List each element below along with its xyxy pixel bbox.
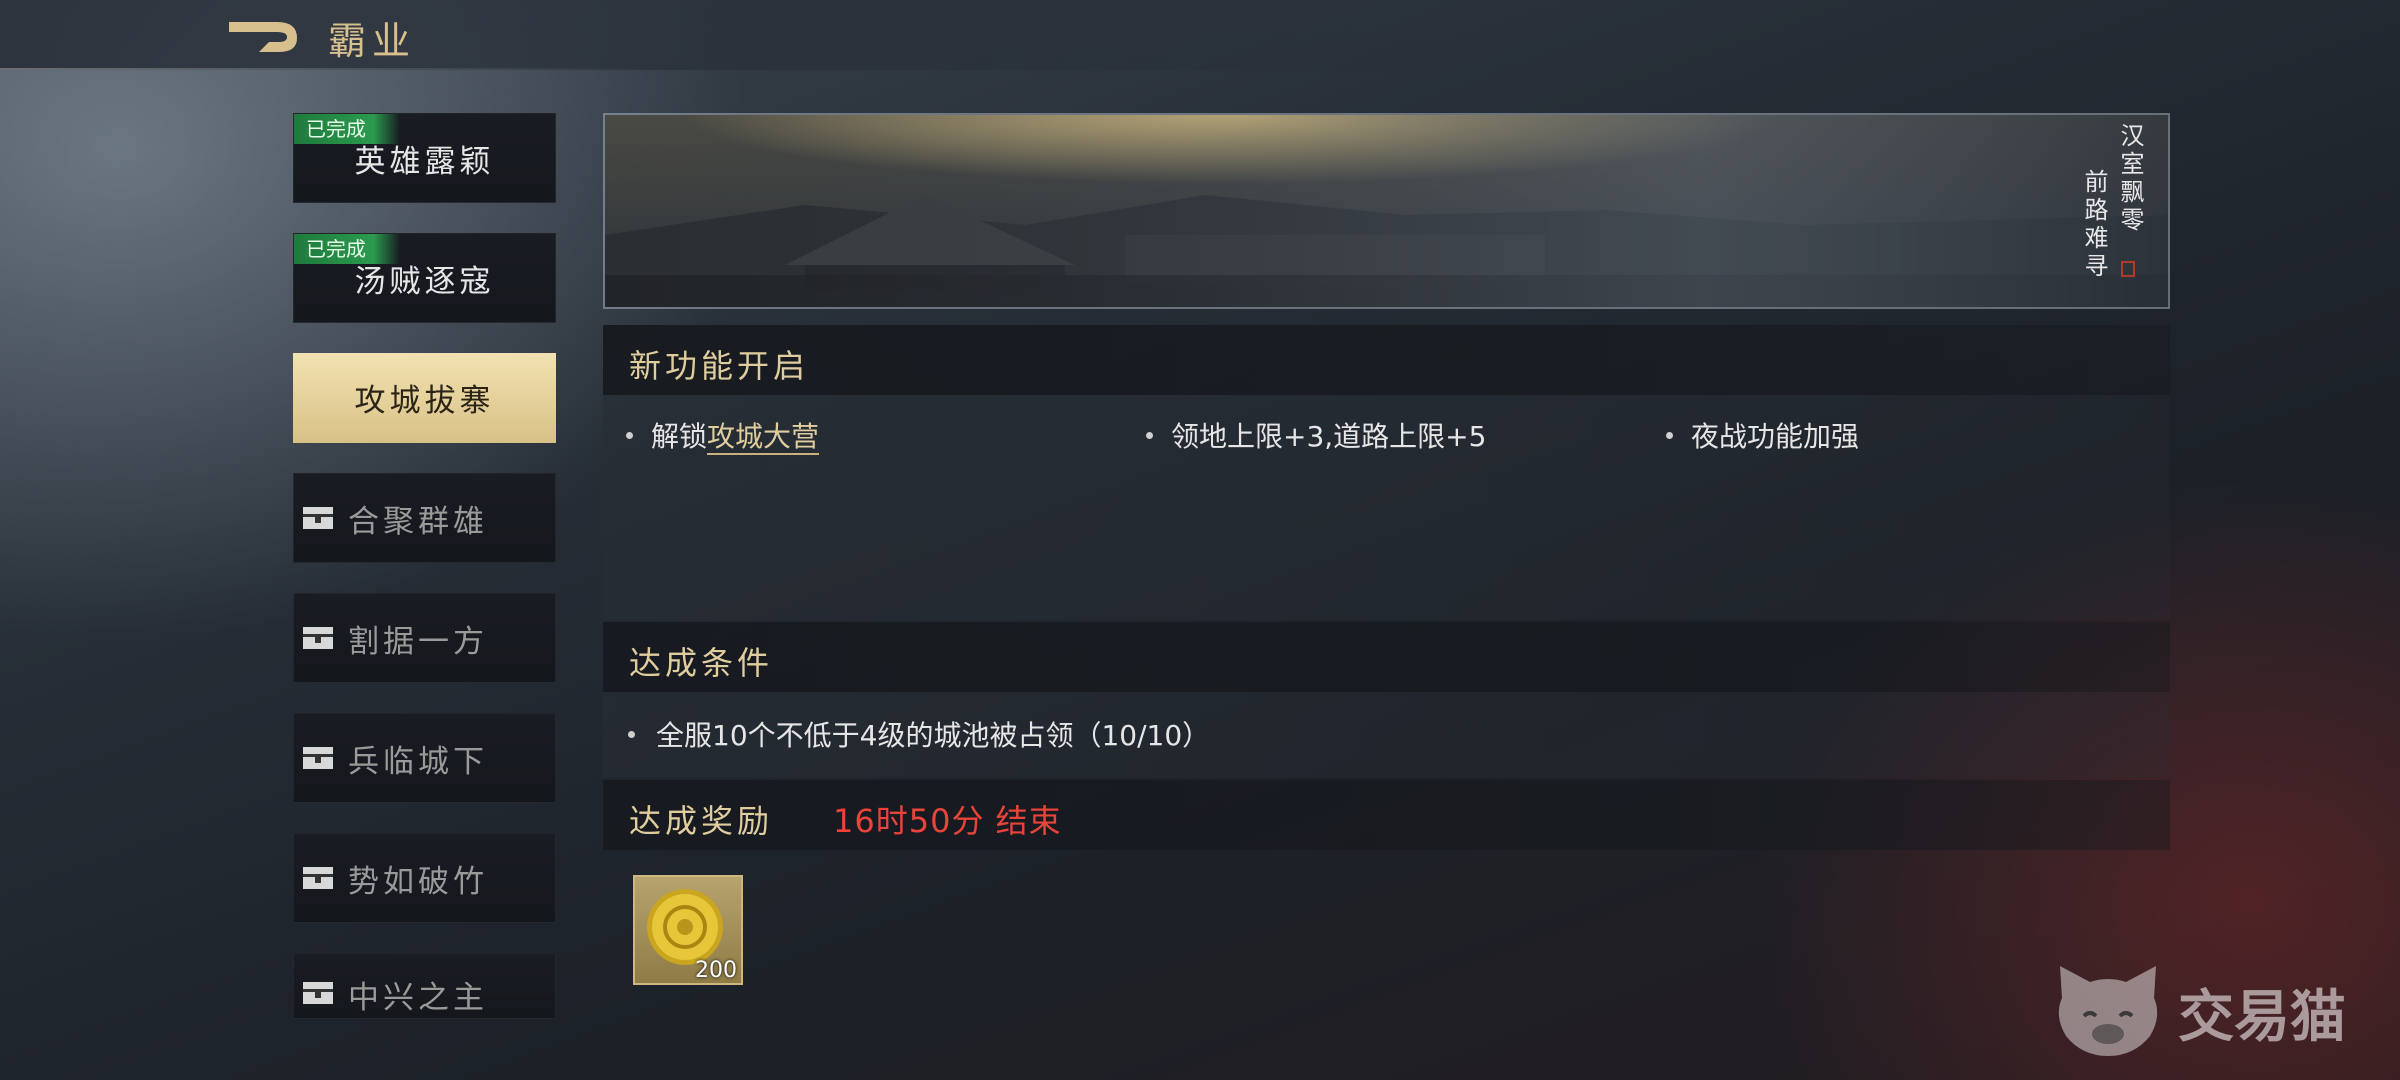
feature-item-3: 夜战功能加强 <box>1691 420 1860 453</box>
lock-chest-icon <box>303 867 333 889</box>
rewards-title: 达成奖励 <box>629 802 774 840</box>
siege-camp-link[interactable]: 攻城大营 <box>707 420 820 455</box>
sidebar-item-label: 合聚群雄 <box>348 504 488 540</box>
banner-poem-line1: 汉室飘零 <box>2116 123 2144 235</box>
conditions-title: 达成条件 <box>629 644 774 682</box>
reward-item[interactable]: 200 <box>633 875 743 985</box>
banner-poem-line2: 前路难寻 <box>2080 169 2108 281</box>
bullet-dot <box>1666 432 1673 439</box>
page-title: 霸业 <box>328 19 417 63</box>
features-title: 新功能开启 <box>629 347 810 385</box>
cat-logo-icon <box>2058 966 2158 1056</box>
sidebar-item-stage-7[interactable]: 势如破竹 <box>293 833 556 923</box>
sidebar-item-stage-8[interactable]: 中兴之主 <box>293 953 556 1019</box>
lock-chest-icon <box>303 627 333 649</box>
stage-banner: 汉室飘零 前路难寻 <box>603 113 2170 309</box>
back-button[interactable] <box>225 16 305 56</box>
completed-badge: 已完成 <box>294 114 400 144</box>
features-body: 解锁攻城大营 领地上限+3,道路上限+5 夜战功能加强 <box>603 395 2170 620</box>
sidebar-item-stage-3[interactable]: 攻城拔寨 <box>293 353 556 443</box>
bullet-dot <box>628 731 635 738</box>
watermark-text: 交易猫 <box>2178 985 2346 1050</box>
feature-item-1-prefix: 解锁 <box>651 420 708 453</box>
lock-chest-icon <box>303 982 333 1004</box>
rewards-header: 达成奖励 16时50分 结束 <box>603 780 2170 850</box>
bullet-dot <box>626 432 633 439</box>
sidebar-item-label: 势如破竹 <box>348 864 488 900</box>
condition-item-1: 全服10个不低于4级的城池被占领（10/10） <box>656 719 1211 752</box>
sidebar-item-stage-1[interactable]: 英雄露颖 已完成 <box>293 113 556 203</box>
feature-item-2: 领地上限+3,道路上限+5 <box>1171 420 1487 453</box>
lock-chest-icon <box>303 747 333 769</box>
features-header: 新功能开启 <box>603 325 2170 395</box>
back-arrow-icon <box>229 22 297 52</box>
conditions-body: 全服10个不低于4级的城池被占领（10/10） <box>603 692 2170 778</box>
sidebar-item-label: 兵临城下 <box>348 744 488 780</box>
red-seal-stamp <box>2121 261 2135 277</box>
conditions-header: 达成条件 <box>603 622 2170 692</box>
reward-count: 200 <box>695 958 737 983</box>
title-divider <box>0 68 650 70</box>
palace-landscape-image <box>605 115 2168 307</box>
sidebar-item-stage-2[interactable]: 汤贼逐寇 已完成 <box>293 233 556 323</box>
sidebar-item-stage-4[interactable]: 合聚群雄 <box>293 473 556 563</box>
sidebar-item-stage-6[interactable]: 兵临城下 <box>293 713 556 803</box>
sidebar-item-stage-5[interactable]: 割据一方 <box>293 593 556 683</box>
completed-badge: 已完成 <box>294 234 400 264</box>
sidebar-item-label: 攻城拔寨 <box>354 383 495 419</box>
sidebar-item-label: 割据一方 <box>348 624 488 660</box>
bullet-dot <box>1146 432 1153 439</box>
lock-chest-icon <box>303 507 333 529</box>
sidebar-item-label: 中兴之主 <box>348 980 488 1016</box>
feature-item-1: 解锁攻城大营 <box>651 415 820 455</box>
reward-timer: 16时50分 结束 <box>833 802 1062 840</box>
